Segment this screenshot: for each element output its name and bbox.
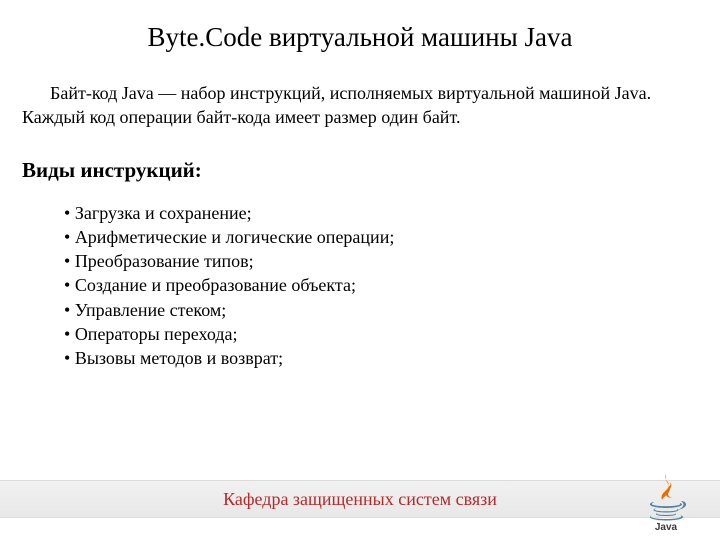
list-item: Преобразование типов; <box>64 249 692 273</box>
list-item: Операторы перехода; <box>64 322 692 346</box>
java-logo-text: Java <box>655 522 678 532</box>
java-logo-icon: Java <box>634 468 698 532</box>
list-item: Управление стеком; <box>64 298 692 322</box>
section-heading: Виды инструкций: <box>22 158 692 183</box>
footer-text: Кафедра защищенных систем связи <box>223 489 497 510</box>
slide: Byte.Code виртуальной машины Java Байт-к… <box>0 0 720 540</box>
footer-bar: Кафедра защищенных систем связи <box>0 480 720 518</box>
list-item: Арифметические и логические операции; <box>64 225 692 249</box>
bullet-list: Загрузка и сохранение; Арифметические и … <box>64 201 692 371</box>
list-item: Загрузка и сохранение; <box>64 201 692 225</box>
list-item: Создание и преобразование объекта; <box>64 273 692 297</box>
intro-paragraph: Байт-код Java — набор инструкций, исполн… <box>22 81 692 130</box>
slide-title: Byte.Code виртуальной машины Java <box>68 22 652 53</box>
list-item: Вызовы методов и возврат; <box>64 346 692 370</box>
